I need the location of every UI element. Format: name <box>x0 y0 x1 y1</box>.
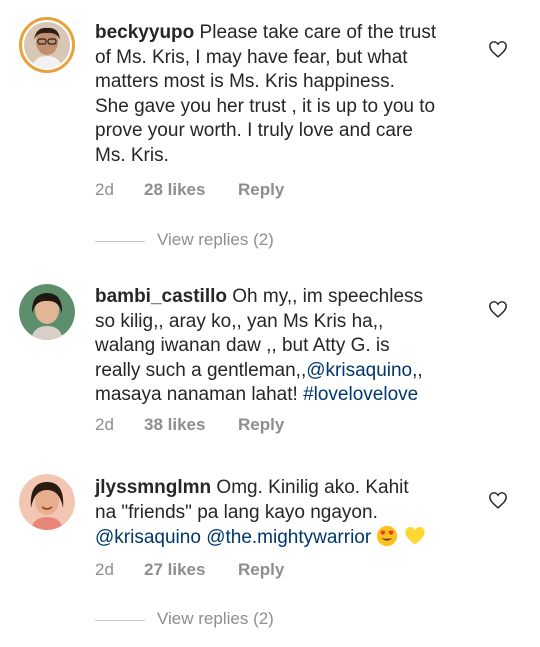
comment-line: Please take care of the trust <box>194 22 437 43</box>
comment-meta: 2d 27 likes Reply <box>95 560 395 582</box>
username[interactable]: jlyssmnglmn <box>95 477 211 498</box>
view-replies-button[interactable]: View replies (2) <box>95 609 345 631</box>
comment-line: walang iwanan daw ,, but Atty G. is <box>95 335 390 356</box>
comment-text: jlyssmnglmn Omg. Kinilig ako. Kahit na "… <box>95 476 475 551</box>
view-replies-button[interactable]: View replies (2) <box>95 230 345 252</box>
avatar[interactable] <box>19 284 75 340</box>
mention-link[interactable]: @krisaquino <box>95 527 201 548</box>
replies-divider <box>95 620 145 621</box>
heart-icon[interactable] <box>488 40 508 58</box>
yellow-heart-emoji <box>405 527 425 545</box>
avatar-image <box>19 474 75 530</box>
username[interactable]: bambi_castillo <box>95 286 227 307</box>
avatar-image <box>24 22 70 68</box>
comment-text: beckyyupo Please take care of the trust … <box>95 21 475 168</box>
reply-button[interactable]: Reply <box>238 560 284 580</box>
username[interactable]: beckyyupo <box>95 22 194 43</box>
comment-line: prove your worth. I truly love and care <box>95 120 413 141</box>
likes-count[interactable]: 38 likes <box>144 415 205 435</box>
comment-meta: 2d 38 likes Reply <box>95 415 395 437</box>
comment-text: bambi_castillo Oh my,, im speechless so … <box>95 285 475 408</box>
view-replies-label: View replies (2) <box>157 230 274 249</box>
heart-icon[interactable] <box>488 300 508 318</box>
comment-line: so kilig,, aray ko,, yan Ms Kris ha,, <box>95 310 384 332</box>
heart-icon[interactable] <box>488 491 508 509</box>
reply-button[interactable]: Reply <box>238 180 284 200</box>
avatar[interactable] <box>19 17 75 73</box>
avatar[interactable] <box>19 474 75 530</box>
comment-line: Ms. Kris. <box>95 144 169 166</box>
timestamp: 2d <box>95 415 114 434</box>
timestamp: 2d <box>95 560 114 579</box>
comment-line: na "friends" pa lang kayo ngayon. <box>95 501 378 523</box>
view-replies-label: View replies (2) <box>157 609 274 628</box>
comment-line: matters most is Ms. Kris happiness. <box>95 71 395 92</box>
heart-eyes-emoji <box>377 525 398 547</box>
comment-line: Omg. Kinilig ako. Kahit <box>211 477 409 498</box>
comment-line: She gave you her trust , it is up to you… <box>95 95 436 117</box>
replies-divider <box>95 241 145 242</box>
comment-line: ,, <box>412 359 423 381</box>
hashtag-link[interactable]: #lovelovelove <box>303 384 418 405</box>
mention-link[interactable]: @krisaquino <box>306 360 412 381</box>
likes-count[interactable]: 28 likes <box>144 180 205 200</box>
comment-line: Oh my,, im speechless <box>227 286 424 307</box>
comment-line: really such a gentleman,, <box>95 359 307 381</box>
reply-button[interactable]: Reply <box>238 415 284 435</box>
avatar-image <box>19 284 75 340</box>
likes-count[interactable]: 27 likes <box>144 560 205 580</box>
comment-line: of Ms. Kris, I may have fear, but what <box>95 46 408 68</box>
comment-meta: 2d 28 likes Reply <box>95 180 395 202</box>
comment-line: masaya nanaman lahat! <box>95 384 304 405</box>
timestamp: 2d <box>95 180 114 199</box>
mention-link[interactable]: @the.mightywarrior <box>206 527 371 548</box>
